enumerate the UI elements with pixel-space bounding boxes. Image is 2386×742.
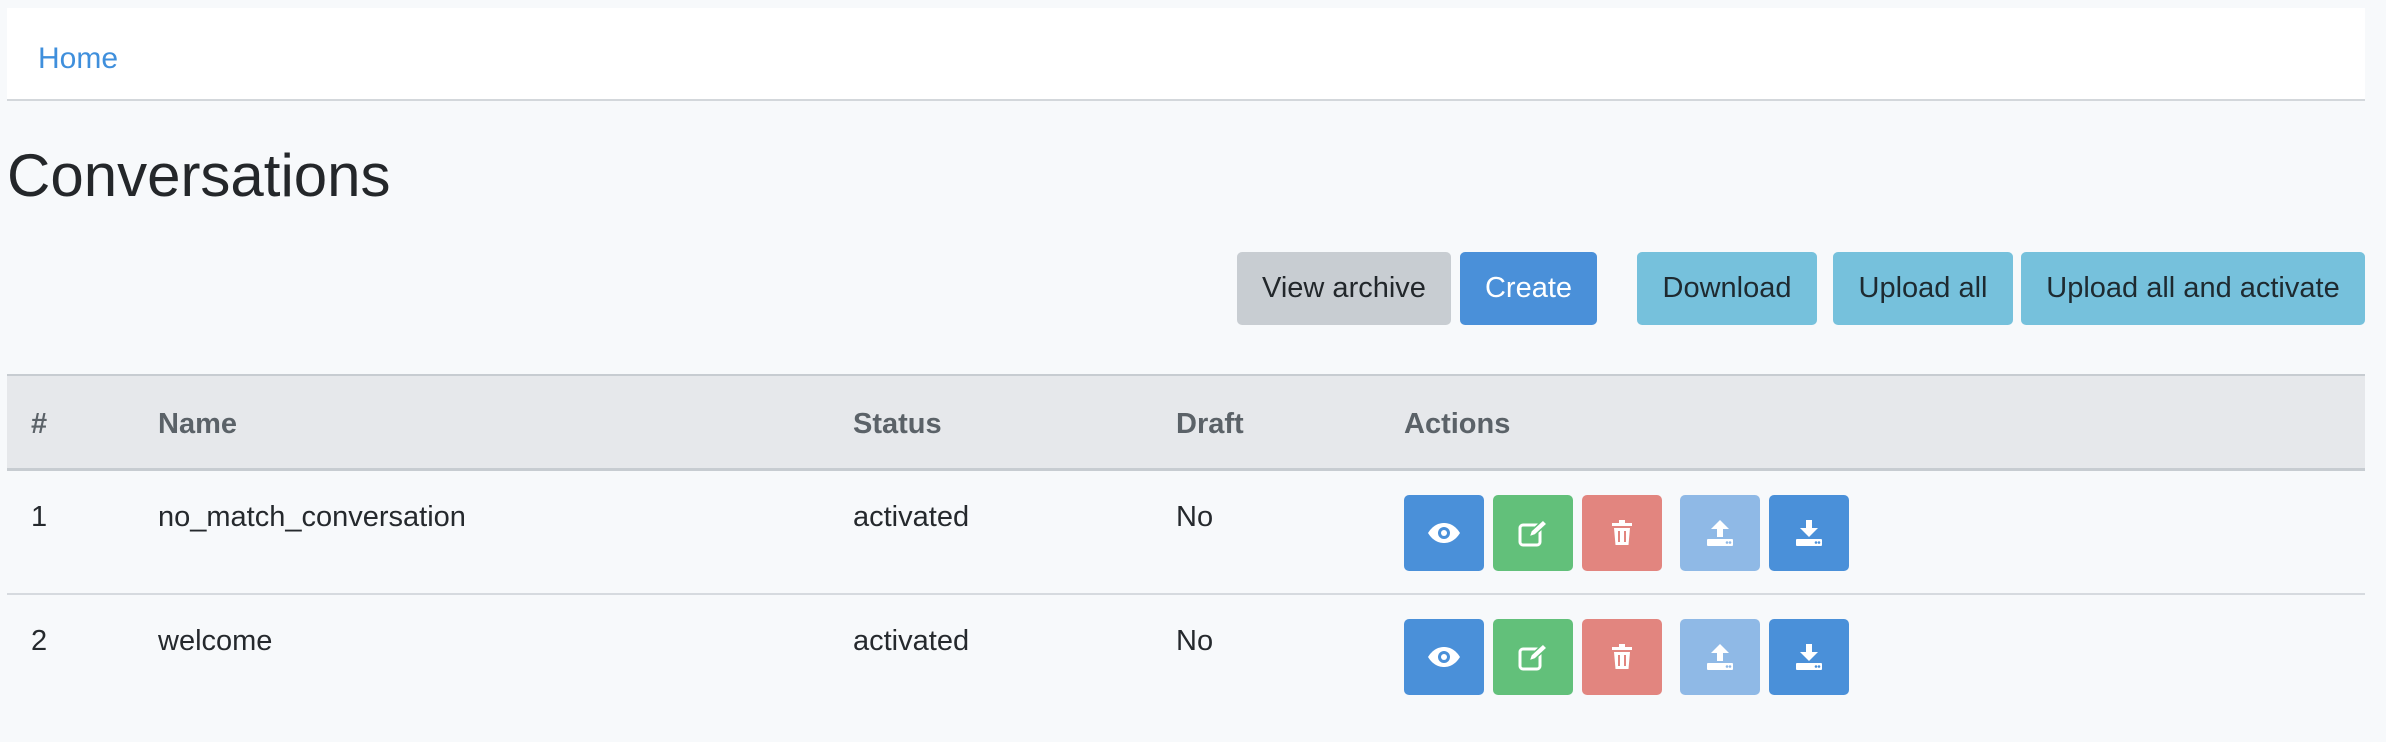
trash-icon bbox=[1611, 520, 1633, 546]
row-status: activated bbox=[853, 501, 970, 533]
trash-icon bbox=[1611, 644, 1633, 670]
header-name: Name bbox=[158, 408, 237, 440]
edit-button[interactable] bbox=[1493, 619, 1573, 695]
table-row: 1 no_match_conversation activated No bbox=[7, 471, 2365, 595]
page-title: Conversations bbox=[7, 142, 391, 209]
view-button[interactable] bbox=[1404, 495, 1484, 571]
upload-all-and-activate-button[interactable]: Upload all and activate bbox=[2021, 252, 2365, 325]
download-row-button[interactable] bbox=[1769, 495, 1849, 571]
table-row: 2 welcome activated No bbox=[7, 595, 2365, 719]
delete-button[interactable] bbox=[1582, 619, 1662, 695]
create-button[interactable]: Create bbox=[1460, 252, 1597, 325]
header-status: Status bbox=[853, 408, 942, 440]
view-archive-button[interactable]: View archive bbox=[1237, 252, 1451, 325]
upload-button[interactable] bbox=[1680, 619, 1760, 695]
top-navbar: Home bbox=[7, 8, 2365, 101]
delete-button[interactable] bbox=[1582, 495, 1662, 571]
header-number: # bbox=[31, 408, 48, 440]
edit-icon bbox=[1518, 519, 1548, 547]
row-draft: No bbox=[1176, 625, 1214, 657]
view-button[interactable] bbox=[1404, 619, 1484, 695]
download-icon bbox=[1795, 644, 1823, 670]
download-icon bbox=[1795, 520, 1823, 546]
nav-home-link[interactable]: Home bbox=[38, 42, 118, 76]
eye-icon bbox=[1427, 646, 1461, 668]
upload-icon bbox=[1706, 520, 1734, 546]
conversations-table: # Name Status Draft Actions 1 no_match_c… bbox=[7, 374, 2365, 719]
edit-button[interactable] bbox=[1493, 495, 1573, 571]
row-draft: No bbox=[1176, 501, 1214, 533]
row-status: activated bbox=[853, 625, 970, 657]
row-name: welcome bbox=[158, 625, 273, 657]
upload-button[interactable] bbox=[1680, 495, 1760, 571]
header-draft: Draft bbox=[1176, 408, 1244, 440]
table-header: # Name Status Draft Actions bbox=[7, 374, 2365, 471]
header-actions: Actions bbox=[1404, 408, 1511, 440]
row-number: 1 bbox=[31, 501, 48, 533]
eye-icon bbox=[1427, 522, 1461, 544]
upload-all-button[interactable]: Upload all bbox=[1833, 252, 2013, 325]
row-name: no_match_conversation bbox=[158, 501, 466, 533]
download-button[interactable]: Download bbox=[1637, 252, 1817, 325]
upload-icon bbox=[1706, 644, 1734, 670]
row-number: 2 bbox=[31, 625, 48, 657]
download-row-button[interactable] bbox=[1769, 619, 1849, 695]
edit-icon bbox=[1518, 643, 1548, 671]
